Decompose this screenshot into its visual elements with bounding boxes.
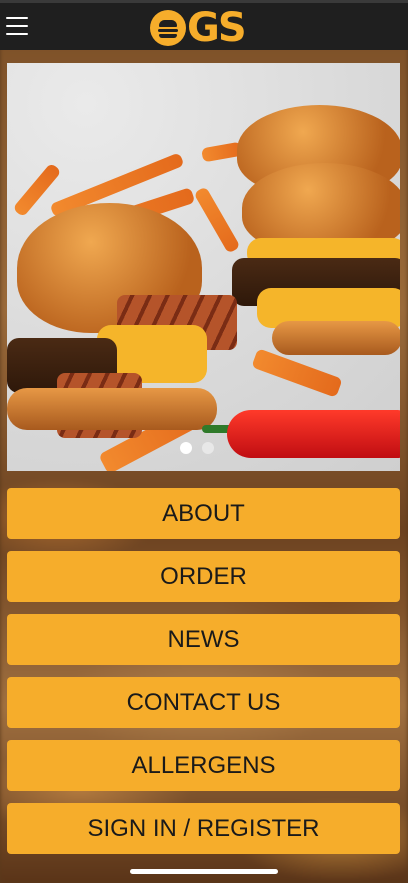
brand-logo[interactable]: GS — [150, 5, 247, 51]
news-button[interactable]: NEWS — [7, 614, 400, 665]
carousel-dot-2[interactable] — [202, 442, 214, 454]
about-button[interactable]: ABOUT — [7, 488, 400, 539]
main-menu: ABOUT ORDER NEWS CONTACT US ALLERGENS SI… — [7, 488, 400, 866]
sign-in-register-button[interactable]: SIGN IN / REGISTER — [7, 803, 400, 854]
logo-text: GS — [187, 5, 247, 51]
hamburger-menu-icon[interactable] — [6, 17, 28, 35]
hero-image-carousel[interactable] — [7, 63, 400, 471]
contact-us-button[interactable]: CONTACT US — [7, 677, 400, 728]
top-header-bar: GS — [0, 0, 408, 50]
burger-logo-icon — [150, 10, 186, 46]
order-button[interactable]: ORDER — [7, 551, 400, 602]
carousel-pagination — [180, 442, 214, 454]
allergens-button[interactable]: ALLERGENS — [7, 740, 400, 791]
carousel-dot-1[interactable] — [180, 442, 192, 454]
home-indicator-bar[interactable] — [130, 869, 278, 874]
